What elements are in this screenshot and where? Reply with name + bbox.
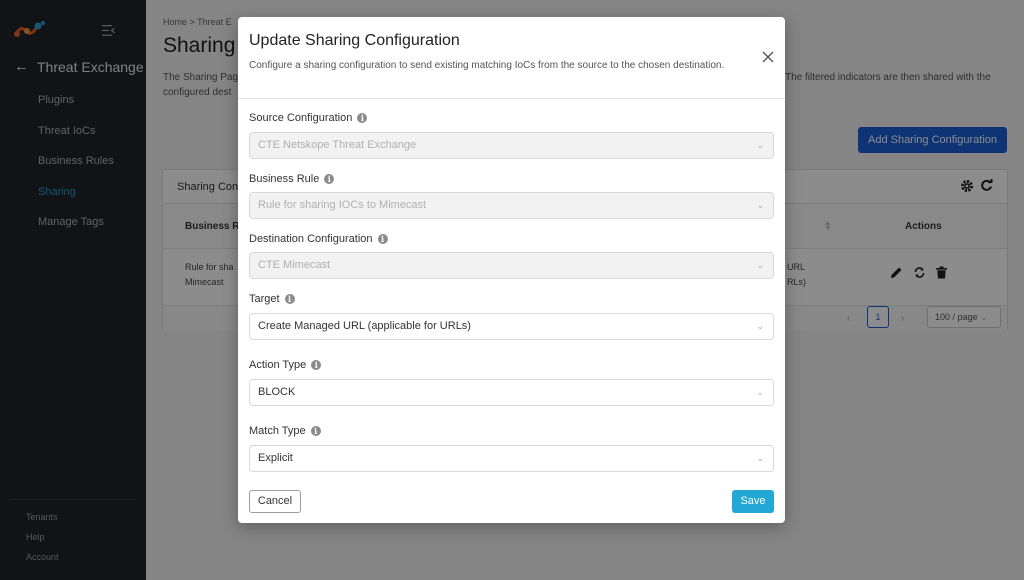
target-select[interactable]: Create Managed URL (applicable for URLs)…	[249, 313, 774, 340]
action-type-select[interactable]: BLOCK ⌄	[249, 379, 774, 406]
info-icon[interactable]: i	[324, 174, 335, 184]
match-type-select[interactable]: Explicit ⌄	[249, 445, 774, 472]
modal-title: Update Sharing Configuration	[249, 32, 460, 49]
info-icon[interactable]: i	[377, 234, 388, 244]
destination-configuration-label: Destination Configuration i	[249, 233, 388, 245]
source-configuration-label: Source Configuration i	[249, 112, 368, 124]
chevron-down-icon: ⌄	[756, 321, 764, 331]
destination-configuration-value: CTE Mimecast	[258, 259, 331, 271]
update-sharing-modal: Update Sharing Configuration Configure a…	[238, 17, 785, 523]
info-icon[interactable]: i	[357, 113, 368, 123]
action-type-value: BLOCK	[258, 386, 296, 398]
action-type-label-text: Action Type	[249, 359, 307, 371]
action-type-label: Action Type i	[249, 359, 322, 371]
business-rule-label: Business Rule i	[249, 173, 335, 185]
business-rule-select[interactable]: Rule for sharing IOCs to Mimecast ⌄	[249, 192, 774, 219]
chevron-down-icon: ⌄	[756, 200, 764, 210]
close-icon[interactable]	[761, 50, 775, 64]
target-value: Create Managed URL (applicable for URLs)	[258, 320, 471, 332]
cancel-button[interactable]: Cancel	[249, 490, 301, 513]
target-label: Target i	[249, 293, 295, 305]
match-type-value: Explicit	[258, 452, 293, 464]
modal-subtitle: Configure a sharing configuration to sen…	[249, 60, 725, 71]
destination-configuration-select[interactable]: CTE Mimecast ⌄	[249, 252, 774, 279]
destination-configuration-label-text: Destination Configuration	[249, 233, 373, 245]
chevron-down-icon: ⌄	[756, 387, 764, 397]
save-button[interactable]: Save	[732, 490, 774, 513]
chevron-down-icon: ⌄	[756, 140, 764, 150]
modal-header: Update Sharing Configuration Configure a…	[238, 17, 785, 99]
match-type-label: Match Type i	[249, 425, 321, 437]
info-icon[interactable]: i	[311, 360, 322, 370]
target-label-text: Target	[249, 293, 280, 305]
source-configuration-value: CTE Netskope Threat Exchange	[258, 139, 417, 151]
match-type-label-text: Match Type	[249, 425, 306, 437]
business-rule-value: Rule for sharing IOCs to Mimecast	[258, 199, 427, 211]
business-rule-label-text: Business Rule	[249, 173, 320, 185]
source-configuration-label-text: Source Configuration	[249, 112, 353, 124]
chevron-down-icon: ⌄	[756, 260, 764, 270]
chevron-down-icon: ⌄	[756, 453, 764, 463]
info-icon[interactable]: i	[284, 294, 295, 304]
source-configuration-select[interactable]: CTE Netskope Threat Exchange ⌄	[249, 132, 774, 159]
info-icon[interactable]: i	[310, 426, 321, 436]
